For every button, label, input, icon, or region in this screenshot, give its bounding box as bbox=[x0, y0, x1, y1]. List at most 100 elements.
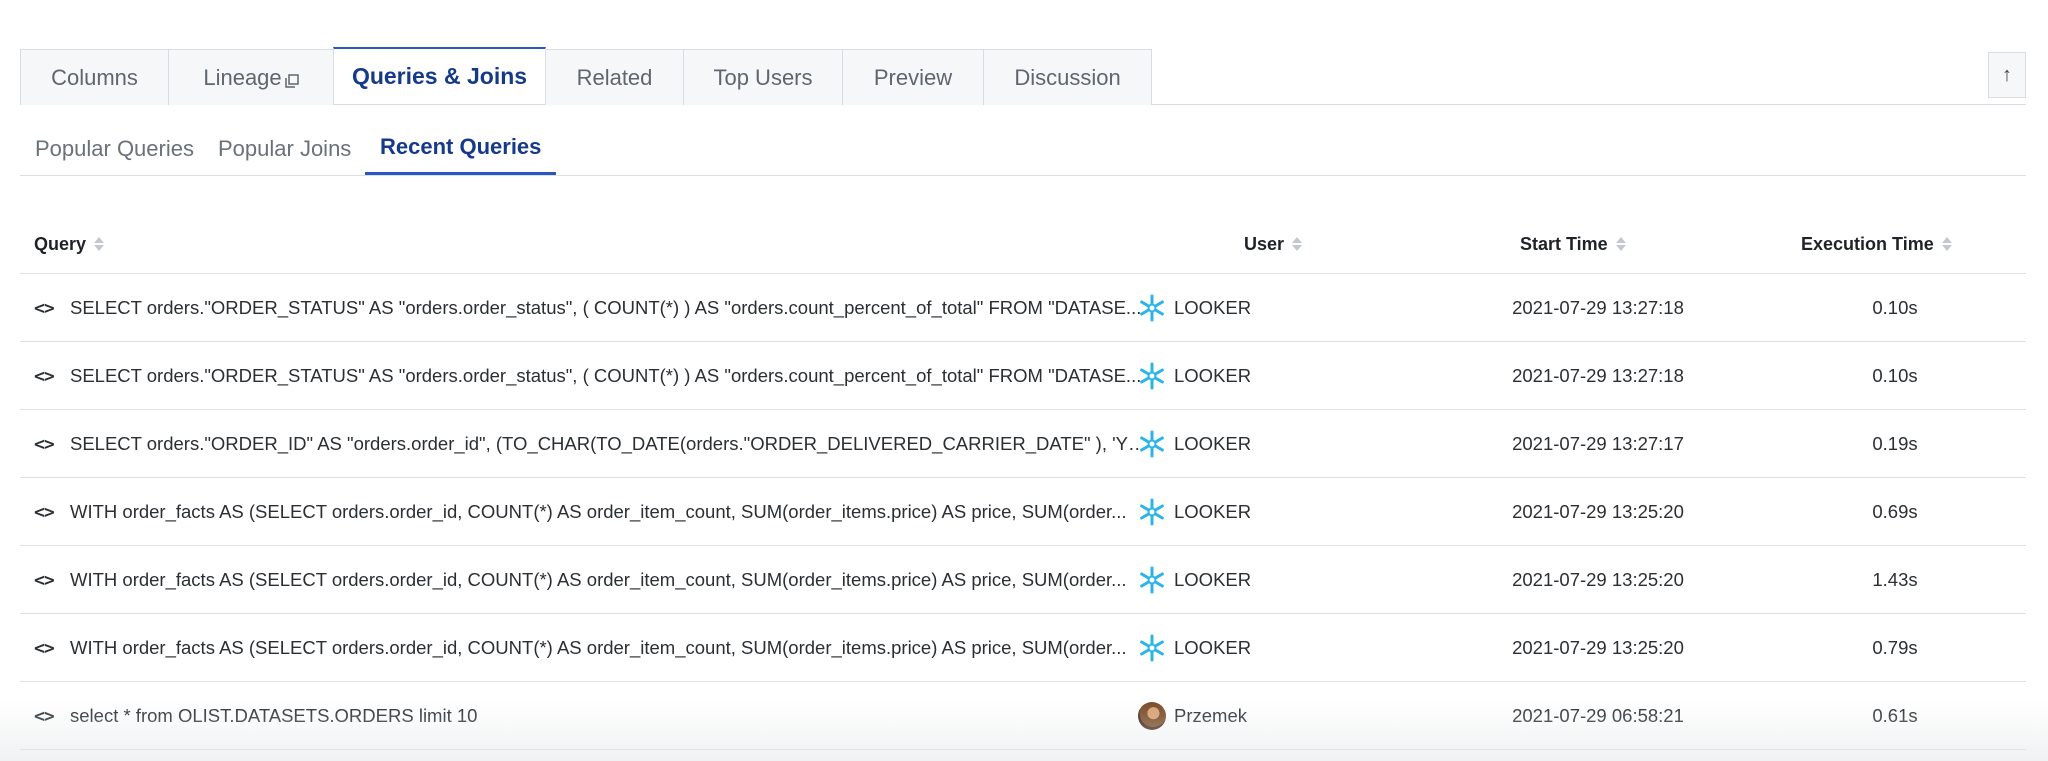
sort-icon bbox=[1292, 237, 1303, 251]
execution-time-cell: 0.19s bbox=[1872, 433, 1918, 454]
user-cell: Przemek bbox=[1138, 682, 1247, 750]
start-time-cell: 2021-07-29 13:25:20 bbox=[1512, 569, 1684, 590]
code-icon[interactable]: <> bbox=[34, 638, 70, 659]
user-name: LOOKER bbox=[1174, 501, 1252, 522]
user-name: LOOKER bbox=[1174, 365, 1252, 386]
start-time-cell: 2021-07-29 13:27:18 bbox=[1512, 297, 1684, 318]
sort-icon bbox=[1941, 237, 1952, 251]
tab-discussion[interactable]: Discussion bbox=[983, 49, 1152, 105]
user-cell: LOOKER bbox=[1138, 274, 1251, 342]
tab-top-users[interactable]: Top Users bbox=[683, 49, 843, 105]
tab-preview-label: Preview bbox=[873, 64, 953, 90]
query-cell: <> SELECT orders."ORDER_ID" AS "orders.o… bbox=[34, 410, 1150, 478]
user-cell: LOOKER bbox=[1138, 614, 1251, 682]
query-cell: <> select * from OLIST.DATASETS.ORDERS l… bbox=[34, 682, 1150, 750]
user-cell: LOOKER bbox=[1138, 478, 1251, 546]
column-header-execution-time[interactable]: Execution Time bbox=[1801, 214, 1952, 274]
tab-lineage[interactable]: Lineage bbox=[168, 49, 334, 105]
table-row[interactable]: <> SELECT orders."ORDER_STATUS" AS "orde… bbox=[20, 274, 2026, 342]
user-name: LOOKER bbox=[1174, 637, 1252, 658]
column-header-start-time-label: Start Time bbox=[1520, 233, 1608, 254]
column-header-user-label: User bbox=[1244, 233, 1285, 254]
snowflake-icon bbox=[1138, 634, 1166, 662]
table-row[interactable]: <> WITH order_facts AS (SELECT orders.or… bbox=[20, 546, 2026, 614]
tab-preview[interactable]: Preview bbox=[842, 49, 984, 105]
code-icon[interactable]: <> bbox=[34, 434, 70, 455]
start-time-cell: 2021-07-29 13:27:17 bbox=[1512, 433, 1684, 454]
subtab-recent-queries-label: Recent Queries bbox=[380, 134, 542, 159]
query-cell: <> WITH order_facts AS (SELECT orders.or… bbox=[34, 546, 1150, 614]
start-time-cell: 2021-07-29 13:25:20 bbox=[1512, 637, 1684, 658]
execution-time-cell: 0.10s bbox=[1872, 297, 1918, 318]
tab-columns[interactable]: Columns bbox=[20, 49, 169, 105]
snowflake-icon bbox=[1138, 566, 1166, 594]
snowflake-icon bbox=[1138, 362, 1166, 390]
query-text[interactable]: WITH order_facts AS (SELECT orders.order… bbox=[70, 637, 1150, 659]
code-icon[interactable]: <> bbox=[34, 298, 70, 319]
sort-icon bbox=[94, 237, 105, 251]
query-text[interactable]: SELECT orders."ORDER_STATUS" AS "orders.… bbox=[70, 365, 1150, 387]
arrow-up-icon: ↑ bbox=[2002, 63, 2012, 86]
query-cell: <> WITH order_facts AS (SELECT orders.or… bbox=[34, 478, 1150, 546]
column-header-execution-time-label: Execution Time bbox=[1801, 233, 1934, 254]
execution-time-cell: 1.43s bbox=[1872, 569, 1918, 590]
column-header-query[interactable]: Query bbox=[34, 214, 105, 274]
query-text[interactable]: WITH order_facts AS (SELECT orders.order… bbox=[70, 569, 1150, 591]
execution-time-cell: 0.69s bbox=[1872, 501, 1918, 522]
column-header-query-label: Query bbox=[34, 233, 87, 254]
start-time-cell: 2021-07-29 13:25:20 bbox=[1512, 501, 1684, 522]
subtab-popular-queries[interactable]: Popular Queries bbox=[20, 122, 209, 175]
query-cell: <> WITH order_facts AS (SELECT orders.or… bbox=[34, 614, 1150, 682]
subtab-recent-queries[interactable]: Recent Queries bbox=[365, 122, 557, 175]
table-row[interactable]: <> SELECT orders."ORDER_STATUS" AS "orde… bbox=[20, 342, 2026, 410]
execution-time-cell: 0.10s bbox=[1872, 365, 1918, 386]
code-icon[interactable]: <> bbox=[34, 706, 70, 727]
user-avatar bbox=[1138, 702, 1166, 730]
user-name: Przemek bbox=[1174, 705, 1247, 726]
tab-columns-label: Columns bbox=[51, 64, 138, 90]
user-cell: LOOKER bbox=[1138, 342, 1251, 410]
query-cell: <> SELECT orders."ORDER_STATUS" AS "orde… bbox=[34, 274, 1150, 342]
snowflake-icon bbox=[1138, 498, 1166, 526]
user-cell: LOOKER bbox=[1138, 546, 1251, 614]
query-text[interactable]: select * from OLIST.DATASETS.ORDERS limi… bbox=[70, 705, 1150, 727]
query-sub-tab-bar: Popular Queries Popular Joins Recent Que… bbox=[20, 122, 2026, 176]
tab-related[interactable]: Related bbox=[545, 49, 684, 105]
scroll-to-top-button[interactable]: ↑ bbox=[1988, 52, 2026, 98]
execution-time-cell: 0.79s bbox=[1872, 637, 1918, 658]
subtab-popular-joins[interactable]: Popular Joins bbox=[203, 122, 366, 175]
query-text[interactable]: SELECT orders."ORDER_ID" AS "orders.orde… bbox=[70, 433, 1150, 455]
table-row[interactable]: <> select * from OLIST.DATASETS.ORDERS l… bbox=[20, 682, 2026, 750]
tab-discussion-label: Discussion bbox=[1014, 64, 1121, 90]
table-row[interactable]: <> WITH order_facts AS (SELECT orders.or… bbox=[20, 478, 2026, 546]
query-cell: <> SELECT orders."ORDER_STATUS" AS "orde… bbox=[34, 342, 1150, 410]
user-name: LOOKER bbox=[1174, 569, 1252, 590]
snowflake-icon bbox=[1138, 294, 1166, 322]
code-icon[interactable]: <> bbox=[34, 366, 70, 387]
start-time-cell: 2021-07-29 13:27:18 bbox=[1512, 365, 1684, 386]
external-link-icon bbox=[284, 73, 299, 88]
table-row[interactable]: <> SELECT orders."ORDER_ID" AS "orders.o… bbox=[20, 410, 2026, 478]
sort-icon bbox=[1615, 237, 1626, 251]
code-icon[interactable]: <> bbox=[34, 570, 70, 591]
main-tab-bar: Columns Lineage Queries & Joins Related … bbox=[20, 47, 2026, 105]
tab-lineage-label: Lineage bbox=[203, 64, 282, 90]
column-header-user[interactable]: User bbox=[1244, 214, 1303, 274]
tab-related-label: Related bbox=[576, 64, 653, 90]
table-row[interactable]: <> WITH order_facts AS (SELECT orders.or… bbox=[20, 614, 2026, 682]
execution-time-cell: 0.61s bbox=[1872, 705, 1918, 726]
table-header: Query User Start Time Execution Time bbox=[20, 214, 2026, 274]
tab-queries-joins-label: Queries & Joins bbox=[351, 63, 528, 89]
code-icon[interactable]: <> bbox=[34, 502, 70, 523]
user-cell: LOOKER bbox=[1138, 410, 1251, 478]
query-text[interactable]: SELECT orders."ORDER_STATUS" AS "orders.… bbox=[70, 297, 1150, 319]
query-text[interactable]: WITH order_facts AS (SELECT orders.order… bbox=[70, 501, 1150, 523]
tab-top-users-label: Top Users bbox=[713, 64, 813, 90]
start-time-cell: 2021-07-29 06:58:21 bbox=[1512, 705, 1684, 726]
user-name: LOOKER bbox=[1174, 297, 1252, 318]
subtab-popular-joins-label: Popular Joins bbox=[218, 135, 352, 161]
column-header-start-time[interactable]: Start Time bbox=[1520, 214, 1626, 274]
subtab-popular-queries-label: Popular Queries bbox=[35, 135, 194, 161]
tab-queries-joins[interactable]: Queries & Joins bbox=[333, 47, 546, 104]
snowflake-icon bbox=[1138, 430, 1166, 458]
